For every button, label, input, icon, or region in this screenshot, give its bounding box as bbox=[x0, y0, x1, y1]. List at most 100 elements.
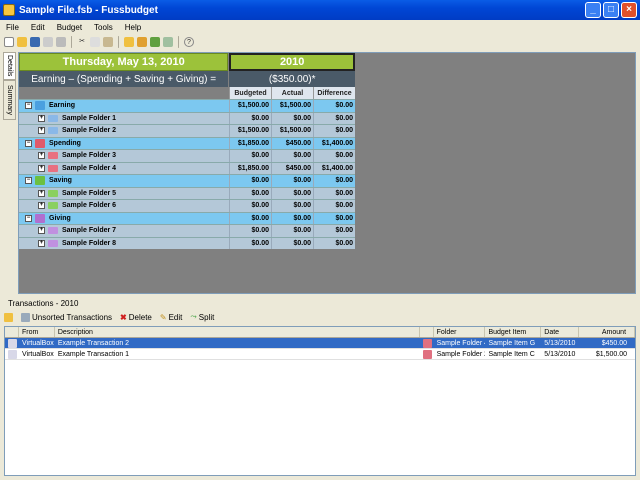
export-icon[interactable] bbox=[163, 37, 173, 47]
header-budget-item[interactable]: Budget Item bbox=[485, 327, 542, 337]
transaction-row[interactable]: VirtualBox Example Transaction 2 Sample Fo… bbox=[5, 338, 635, 349]
expand-icon[interactable]: + bbox=[38, 227, 45, 235]
help-icon[interactable]: ? bbox=[184, 37, 194, 47]
person-icon-cell bbox=[5, 349, 19, 359]
collapse-icon[interactable]: − bbox=[25, 214, 32, 222]
budget-category-row[interactable]: − Earning $1,500.00 $1,500.00 $0.00 bbox=[19, 99, 355, 112]
split-button[interactable]: ⤳ Split bbox=[190, 312, 214, 322]
budget-category-row[interactable]: − Saving $0.00 $0.00 $0.00 bbox=[19, 174, 355, 187]
expand-icon[interactable]: + bbox=[38, 114, 45, 122]
transaction-date: 5/13/2010 bbox=[544, 350, 576, 358]
menu-file[interactable]: File bbox=[6, 23, 19, 32]
folder-icon bbox=[48, 114, 58, 122]
unsorted-transactions-button[interactable]: Unsorted Transactions bbox=[21, 312, 112, 322]
budget-view: Thursday, May 13, 2010 2010 Earning – (S… bbox=[18, 52, 636, 294]
menu-edit[interactable]: Edit bbox=[31, 23, 45, 32]
budget-folder-row[interactable]: + Sample Folder 3 $0.00 $0.00 $0.00 bbox=[19, 149, 355, 162]
edit-icon: ✎ bbox=[159, 312, 167, 322]
folder-icon bbox=[48, 164, 58, 172]
expand-icon[interactable]: + bbox=[38, 164, 45, 172]
menu-budget[interactable]: Budget bbox=[57, 23, 82, 32]
delete-label: Delete bbox=[128, 312, 152, 322]
person-icon[interactable] bbox=[4, 312, 13, 322]
expand-icon[interactable]: + bbox=[38, 189, 45, 197]
edit-button[interactable]: ✎ Edit bbox=[160, 313, 183, 322]
budget-row-name: + Sample Folder 4 bbox=[19, 163, 229, 175]
budget-row-name: + Sample Folder 3 bbox=[19, 150, 229, 162]
budget-row-name: + Sample Folder 2 bbox=[19, 125, 229, 137]
header-from[interactable]: From bbox=[19, 327, 55, 337]
budget-row-name: + Sample Folder 7 bbox=[19, 225, 229, 237]
person-icon-cell bbox=[5, 338, 19, 348]
budget-folder-row[interactable]: + Sample Folder 5 $0.00 $0.00 $0.00 bbox=[19, 186, 355, 200]
budget-row-label: Sample Folder 4 bbox=[62, 164, 117, 172]
import-icon[interactable] bbox=[150, 37, 160, 47]
header-folder[interactable]: Folder bbox=[434, 327, 486, 337]
transaction-amount: $1,500.00 bbox=[595, 350, 628, 358]
splitter[interactable] bbox=[0, 296, 640, 300]
close-button[interactable]: × bbox=[621, 2, 637, 18]
budget-row-label: Sample Folder 3 bbox=[62, 152, 117, 160]
budget-row-label: Sample Folder 1 bbox=[62, 114, 117, 122]
budget-folder-row[interactable]: + Sample Folder 4 $1,850.00 $450.00 $1,400.0… bbox=[19, 161, 355, 175]
header-date[interactable]: Date bbox=[541, 327, 580, 337]
new-file-icon[interactable] bbox=[4, 37, 14, 47]
budget-row-name: + Sample Folder 5 bbox=[19, 188, 229, 200]
menu-help[interactable]: Help bbox=[125, 23, 141, 32]
open-folder-icon[interactable] bbox=[17, 37, 27, 47]
difference-value: $0.00 bbox=[313, 212, 355, 224]
split-icon: ⤳ bbox=[190, 312, 197, 321]
header-amount[interactable]: Amount bbox=[579, 327, 636, 337]
header-description[interactable]: Description bbox=[55, 327, 420, 337]
budget-folder-row[interactable]: + Sample Folder 8 $0.00 $0.00 $0.00 bbox=[19, 236, 355, 249]
budget-row-label: Sample Folder 5 bbox=[62, 189, 117, 197]
tab-details[interactable]: Details bbox=[3, 52, 16, 80]
maximize-button[interactable]: □ bbox=[603, 2, 619, 18]
column-header-blank bbox=[19, 87, 229, 99]
copy-icon[interactable] bbox=[90, 37, 100, 47]
budgeted-value: $0.00 bbox=[229, 225, 271, 237]
expand-icon[interactable]: + bbox=[38, 239, 45, 247]
difference-value: $0.00 bbox=[313, 175, 355, 187]
save-icon[interactable] bbox=[30, 37, 40, 47]
transaction-description: Example Transaction 2 bbox=[57, 339, 130, 347]
menu-tools[interactable]: Tools bbox=[94, 23, 113, 32]
collapse-icon[interactable]: − bbox=[25, 177, 32, 185]
tab-summary[interactable]: Summary bbox=[3, 80, 16, 120]
collapse-icon[interactable]: − bbox=[25, 102, 32, 110]
budget-row-label: Giving bbox=[49, 214, 71, 222]
collapse-icon[interactable]: − bbox=[25, 139, 32, 147]
budget-year[interactable]: 2010 bbox=[229, 53, 355, 71]
budget-row-name: − Saving bbox=[19, 175, 229, 187]
actual-value: $0.00 bbox=[271, 150, 313, 162]
cut-icon[interactable]: ✂ bbox=[77, 37, 87, 47]
folder-icon bbox=[48, 227, 58, 235]
folder-icon bbox=[48, 239, 58, 247]
add-item-icon[interactable] bbox=[137, 37, 147, 47]
budget-total: ($350.00)* bbox=[229, 71, 355, 87]
budget-row-label: Sample Folder 7 bbox=[62, 227, 117, 235]
delete-button[interactable]: ✖ Delete bbox=[120, 313, 152, 322]
column-header-difference: Difference bbox=[313, 87, 355, 99]
budgeted-value: $0.00 bbox=[229, 237, 271, 249]
print-icon[interactable] bbox=[56, 37, 66, 47]
budget-folder-row[interactable]: + Sample Folder 6 $0.00 $0.00 $0.00 bbox=[19, 199, 355, 212]
budget-folder-row[interactable]: + Sample Folder 7 $0.00 $0.00 $0.00 bbox=[19, 224, 355, 237]
budget-category-row[interactable]: − Spending $1,850.00 $450.00 $1,400.00 bbox=[19, 136, 355, 149]
expand-icon[interactable]: + bbox=[38, 127, 45, 135]
expand-icon[interactable]: + bbox=[38, 152, 45, 160]
print-preview-icon[interactable] bbox=[43, 37, 53, 47]
budget-row-name: + Sample Folder 6 bbox=[19, 200, 229, 212]
transaction-description: Example Transaction 1 bbox=[57, 350, 130, 358]
actual-value: $0.00 bbox=[271, 112, 313, 124]
add-folder-icon[interactable] bbox=[124, 37, 134, 47]
folder-icon bbox=[48, 127, 58, 135]
difference-value: $0.00 bbox=[313, 200, 355, 212]
budget-folder-row[interactable]: + Sample Folder 1 $0.00 $0.00 $0.00 bbox=[19, 111, 355, 124]
transaction-row[interactable]: VirtualBox Example Transaction 1 Sample Fo… bbox=[5, 349, 635, 360]
budget-category-row[interactable]: − Giving $0.00 $0.00 $0.00 bbox=[19, 211, 355, 224]
budget-folder-row[interactable]: + Sample Folder 2 $1,500.00 $1,500.00 $0.00 bbox=[19, 124, 355, 137]
expand-icon[interactable]: + bbox=[38, 202, 45, 210]
paste-icon[interactable] bbox=[103, 37, 113, 47]
minimize-button[interactable]: _ bbox=[585, 2, 601, 18]
